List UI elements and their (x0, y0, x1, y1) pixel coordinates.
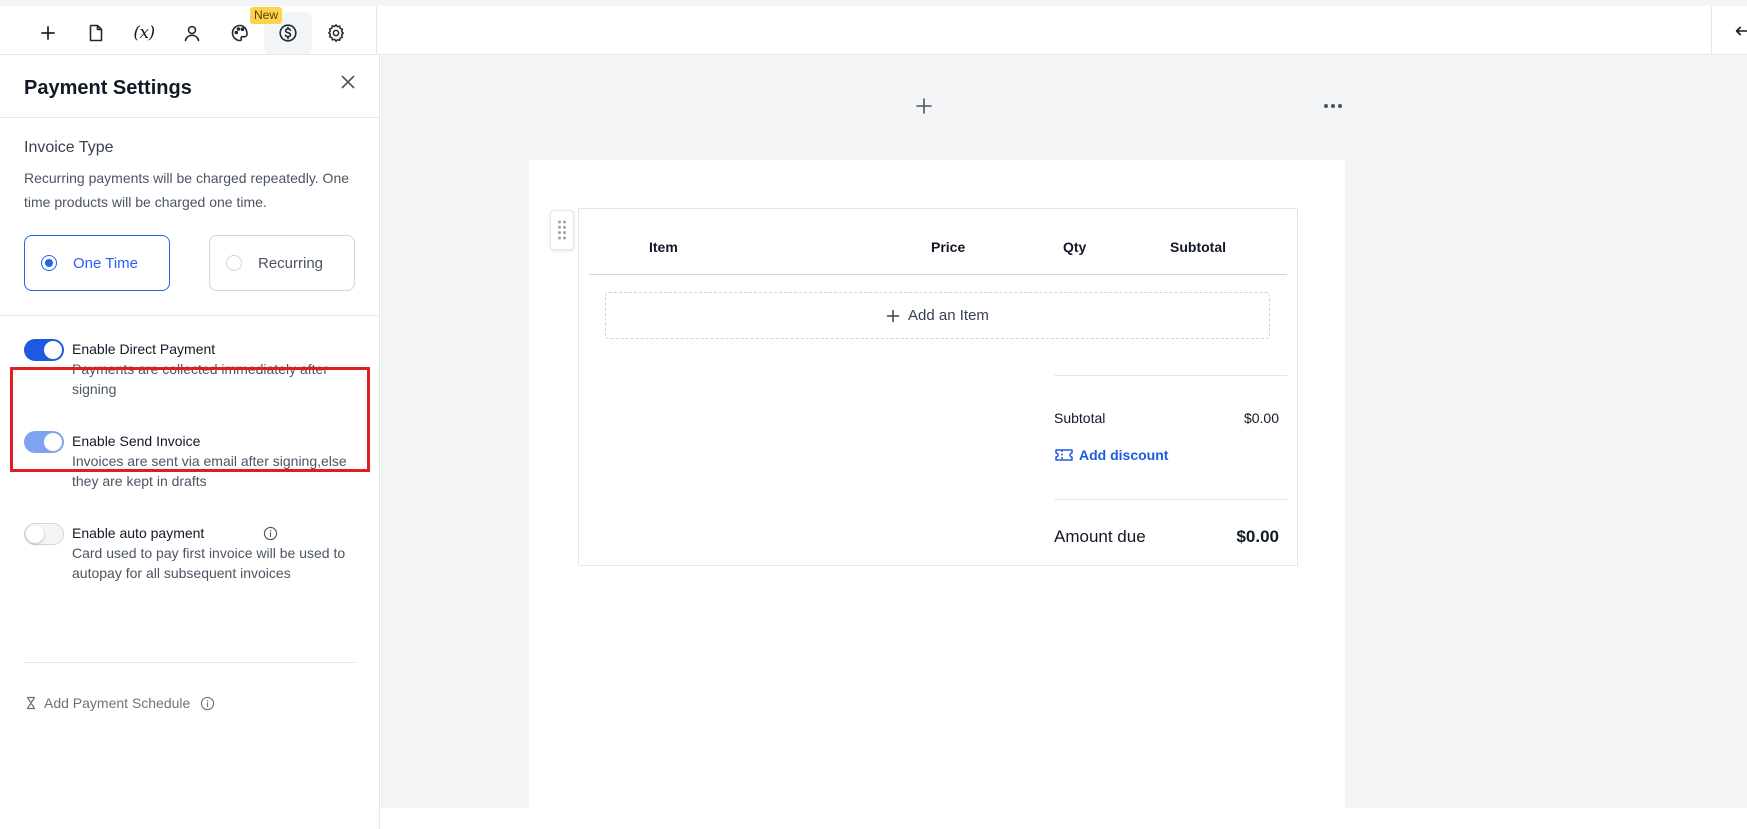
panel-divider (24, 662, 356, 663)
arrow-left-icon[interactable] (1733, 22, 1747, 40)
drag-grip-icon (558, 220, 566, 240)
more-horizontal-icon[interactable] (1321, 98, 1345, 114)
panel-divider (0, 315, 380, 316)
settings-button[interactable] (312, 12, 360, 54)
invoice-type-one-time[interactable]: One Time (24, 235, 170, 291)
toggle-knob (26, 525, 44, 543)
variable-icon: (x) (133, 23, 155, 43)
toggle-text: Enable Direct Payment Payments are colle… (72, 339, 362, 399)
new-badge: New (250, 7, 283, 24)
toggle-label: Enable Direct Payment (72, 341, 216, 357)
panel-title: Payment Settings (24, 77, 192, 99)
column-header-subtotal: Subtotal (1170, 239, 1226, 255)
table-header-divider (589, 274, 1287, 275)
subtotal-value: $0.00 (1243, 410, 1279, 426)
column-header-price: Price (931, 239, 966, 255)
add-discount-button[interactable]: Add discount (1054, 447, 1168, 463)
toolbar-divider (376, 6, 377, 55)
invoice-type-description: Recurring payments will be charged repea… (24, 170, 350, 210)
schedule-label: Add Payment Schedule (44, 695, 191, 711)
info-icon[interactable] (200, 696, 215, 711)
invoice-type-title: Invoice Type (24, 139, 114, 156)
toggle-description: Invoices are sent via email after signin… (72, 453, 347, 489)
radio-selected-icon (41, 255, 57, 271)
plus-icon (886, 309, 900, 322)
add-item-button[interactable]: Add an Item (605, 292, 1270, 339)
toggle-text: Enable Send Invoice Invoices are sent vi… (72, 431, 362, 491)
auto-payment-toggle[interactable] (24, 523, 64, 545)
panel-header: Payment Settings (0, 55, 379, 118)
toggle-label: Enable auto payment (72, 525, 205, 541)
summary-divider (1054, 375, 1287, 376)
toggle-label: Enable Send Invoice (72, 433, 201, 449)
hourglass-icon (27, 696, 35, 710)
toggle-description: Payments are collected immediately after… (72, 361, 328, 397)
pricing-table-block[interactable]: Item Price Qty Subtotal Add an Item Subt… (578, 208, 1298, 566)
toolbar-icon-group: (x) New (24, 7, 360, 54)
payment-settings-panel: Payment Settings Invoice Type Recurring … (0, 55, 380, 829)
add-item-label: Add an Item (908, 307, 989, 324)
bottom-strip (381, 808, 1747, 829)
info-icon[interactable] (263, 526, 278, 541)
toolbar-divider-right (1711, 6, 1712, 55)
amount-due-label: Amount due (1054, 527, 1146, 546)
drag-handle[interactable] (550, 210, 574, 250)
radio-unselected-icon (226, 255, 242, 271)
top-toolbar: (x) New (0, 0, 1747, 55)
toggle-text: Enable auto payment Card used to pay fir… (72, 523, 362, 583)
add-discount-label: Add discount (1079, 447, 1169, 463)
variables-button[interactable]: (x) (120, 12, 168, 54)
plus-icon (41, 26, 55, 40)
toggle-knob (44, 433, 62, 451)
document-button[interactable] (72, 12, 120, 54)
toggle-knob (44, 341, 62, 359)
radio-label: One Time (73, 254, 139, 272)
direct-payment-toggle[interactable] (24, 339, 64, 361)
user-icon (184, 25, 200, 42)
gear-icon (328, 24, 344, 42)
plus-icon[interactable] (914, 96, 934, 116)
subtotal-label: Subtotal (1054, 410, 1106, 426)
invoice-type-recurring[interactable]: Recurring (209, 235, 355, 291)
amount-due-value: $0.00 (1236, 527, 1279, 546)
radio-label: Recurring (258, 254, 324, 272)
dollar-circle-icon (279, 24, 297, 42)
add-payment-schedule-button[interactable]: Add Payment Schedule (24, 695, 215, 711)
close-icon[interactable] (338, 72, 358, 92)
app-frame: (x) New Payment Settings Invoice Type Re… (0, 0, 1747, 829)
palette-icon (231, 24, 248, 42)
column-header-item: Item (649, 239, 678, 255)
summary-divider (1054, 499, 1287, 500)
toggle-description: Card used to pay first invoice will be u… (72, 545, 346, 581)
recipients-button[interactable] (168, 12, 216, 54)
send-invoice-toggle[interactable] (24, 431, 64, 453)
coupon-icon (1055, 449, 1073, 461)
add-block-button[interactable] (24, 12, 72, 54)
column-header-qty: Qty (1063, 239, 1087, 255)
document-icon (89, 24, 103, 42)
